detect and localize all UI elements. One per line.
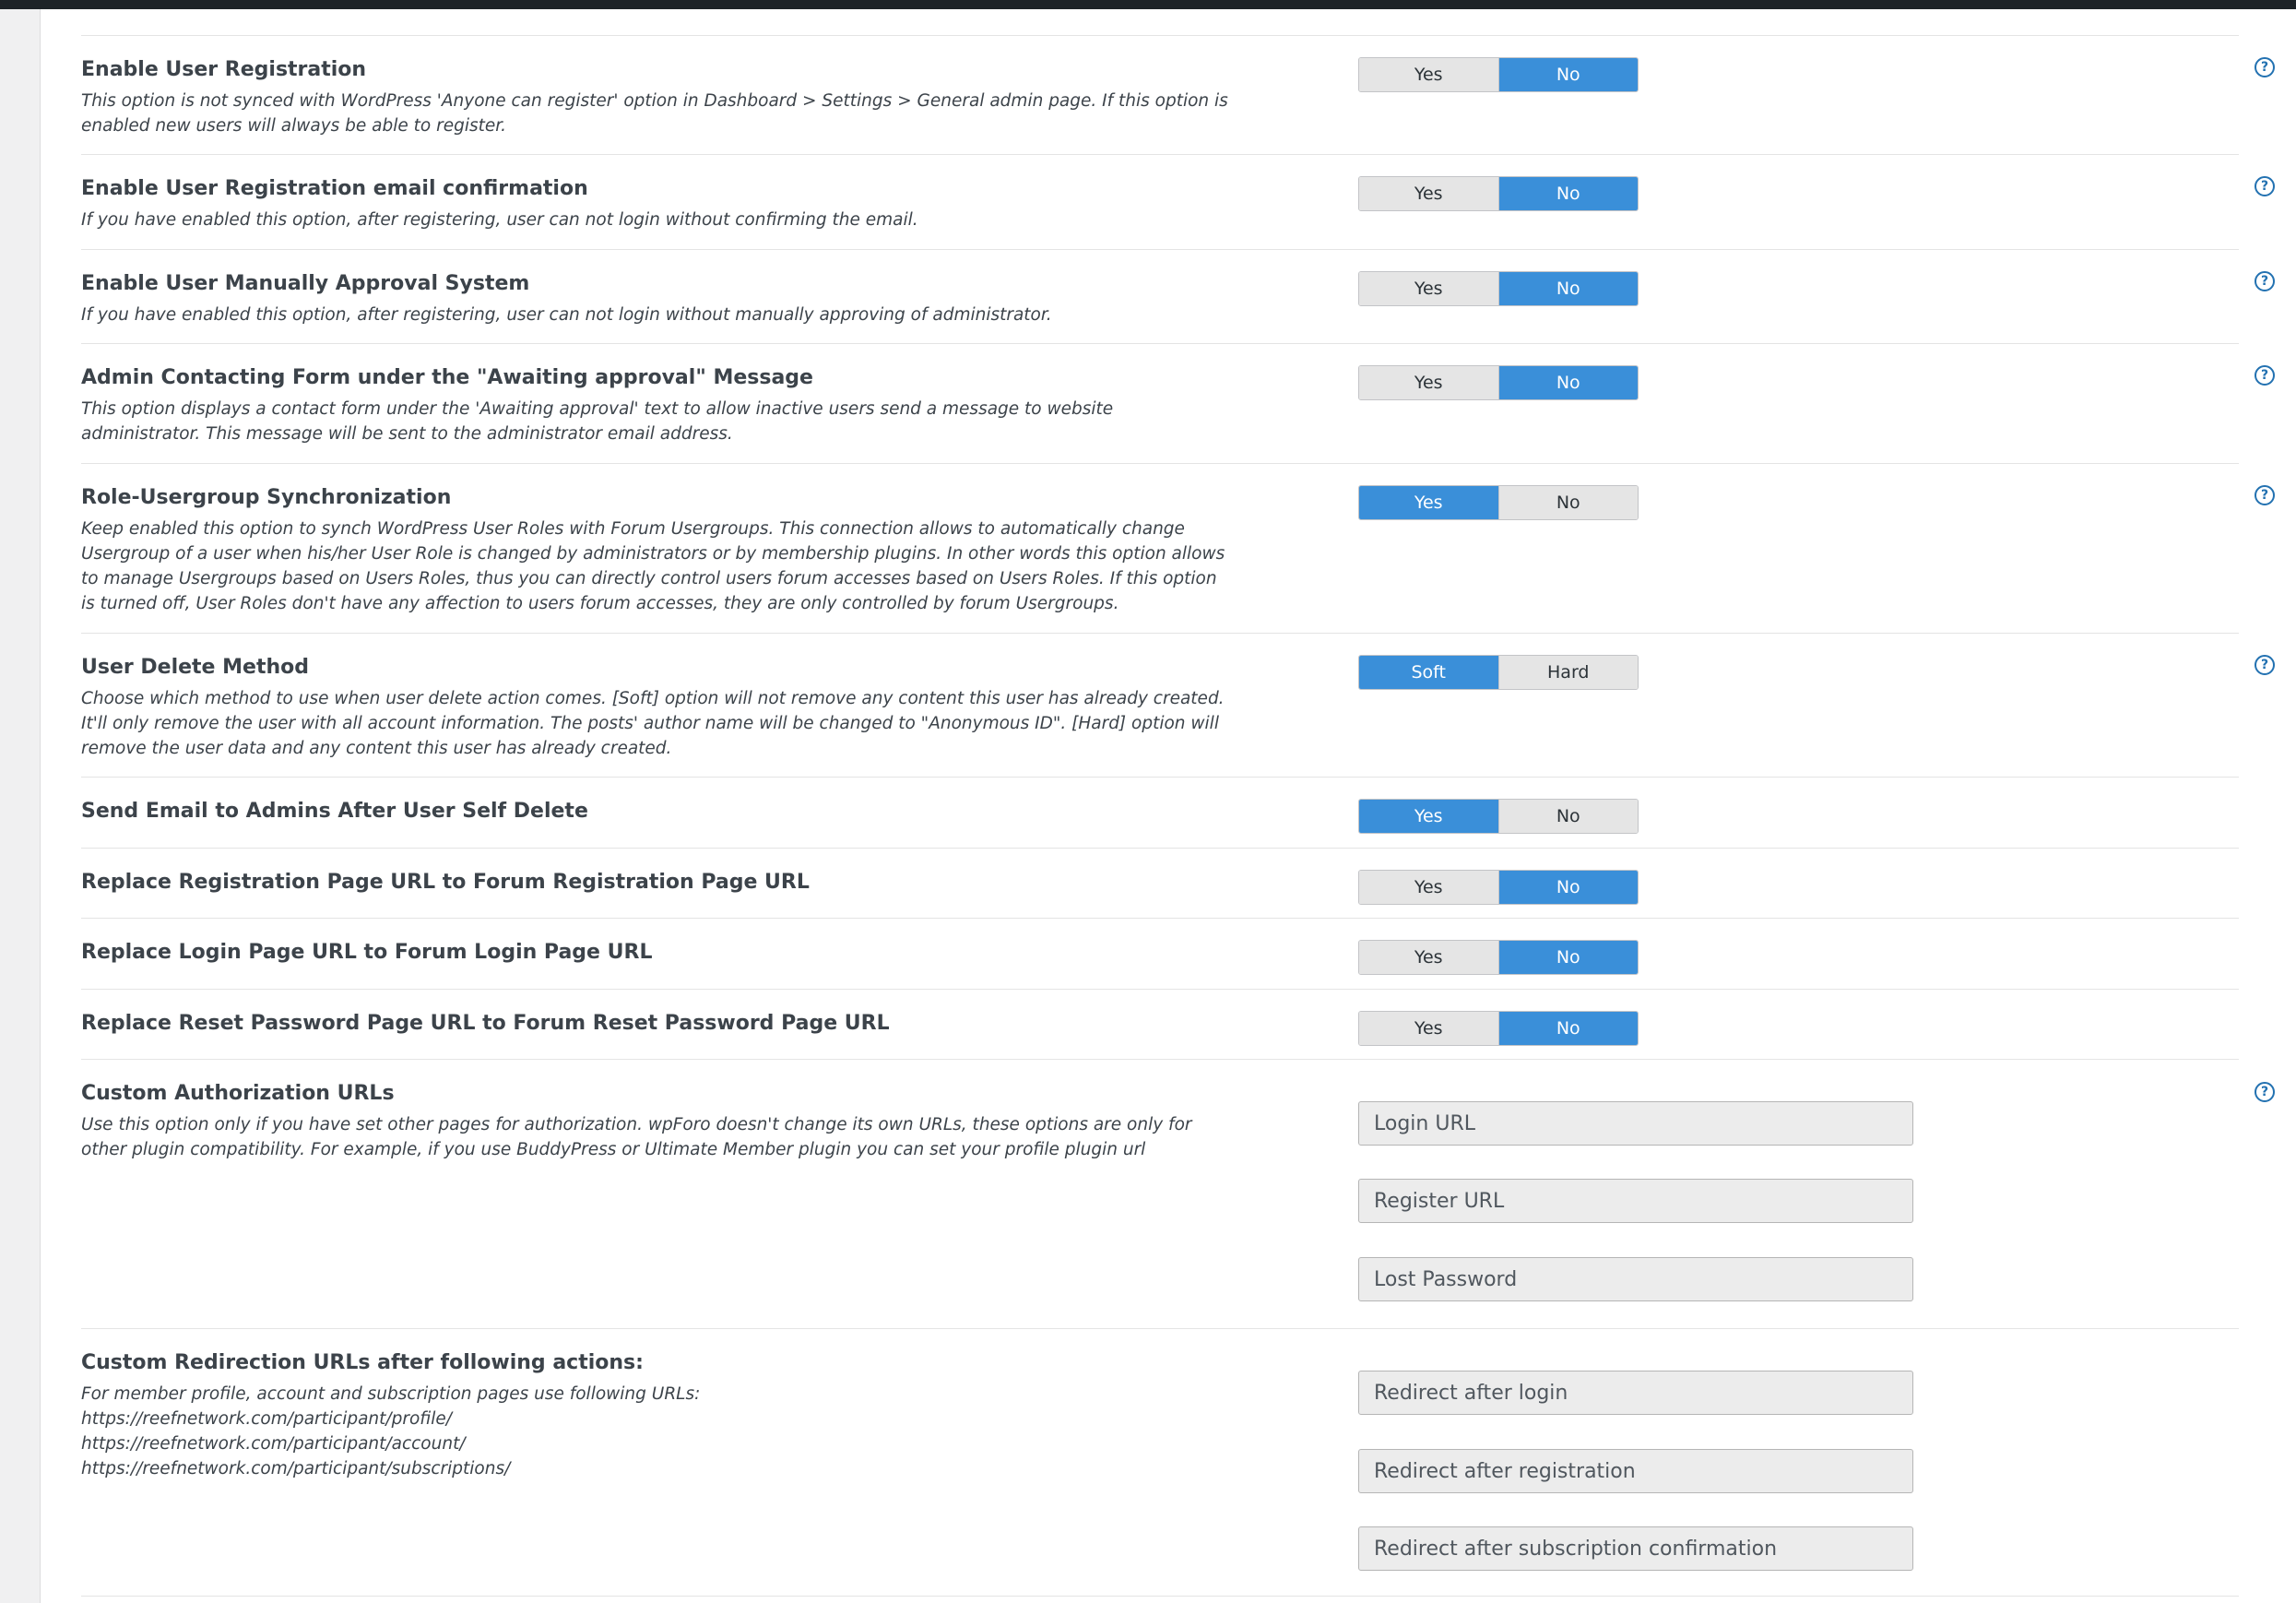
row-divider (81, 1328, 2239, 1329)
setting-description: If you have enabled this option, after r… (81, 305, 1052, 325)
toggle-option-soft[interactable]: Soft (1359, 656, 1498, 689)
question-circle-icon[interactable]: ? (2255, 57, 2275, 77)
toggle-role-usergroup-sync[interactable]: Yes No (1358, 485, 1639, 520)
toggle-option-no[interactable]: No (1497, 177, 1638, 210)
description-line: For member profile, account and subscrip… (81, 1384, 701, 1404)
toggle-replace-reset-password-url[interactable]: Yes No (1358, 1011, 1639, 1046)
setting-title-replace-reset-password-url: Replace Reset Password Page URL to Forum… (81, 1012, 890, 1035)
toggle-manual-approval[interactable]: Yes No (1358, 271, 1639, 306)
setting-description: If you have enabled this option, after r… (81, 210, 918, 230)
toggle-option-yes[interactable]: Yes (1359, 1012, 1498, 1045)
toggle-option-yes[interactable]: Yes (1359, 177, 1498, 210)
setting-title-user-delete-method: User Delete Method (81, 656, 309, 679)
toggle-option-yes[interactable]: Yes (1359, 800, 1498, 833)
row-divider (81, 848, 2239, 849)
toggle-option-no[interactable]: No (1497, 272, 1638, 305)
row-divider (81, 1596, 2239, 1597)
toggle-admin-contact-form[interactable]: Yes No (1358, 365, 1639, 400)
admin-top-bar (0, 0, 2296, 9)
row-divider (81, 918, 2239, 919)
profile-url-text: https://reefnetwork.com/participant/prof… (81, 1409, 453, 1429)
redirect-after-login-input[interactable] (1358, 1371, 1913, 1415)
lost-password-url-input[interactable] (1358, 1257, 1913, 1301)
toggle-option-yes[interactable]: Yes (1359, 366, 1498, 399)
setting-title-enable-user-registration: Enable User Registration (81, 58, 367, 81)
register-url-input[interactable] (1358, 1179, 1913, 1223)
toggle-option-yes[interactable]: Yes (1359, 58, 1498, 91)
setting-title-custom-redirection-urls: Custom Redirection URLs after following … (81, 1351, 644, 1374)
question-circle-icon[interactable]: ? (2255, 655, 2275, 675)
row-divider (81, 989, 2239, 990)
toggle-enable-user-registration[interactable]: Yes No (1358, 57, 1639, 92)
row-divider (81, 1059, 2239, 1060)
setting-title-email-confirmation: Enable User Registration email confirmat… (81, 177, 588, 200)
redirect-after-subscription-input[interactable] (1358, 1526, 1913, 1571)
row-divider (81, 154, 2239, 155)
row-divider (81, 343, 2239, 344)
row-divider (81, 777, 2239, 778)
setting-title-manual-approval: Enable User Manually Approval System (81, 272, 530, 295)
toggle-option-yes[interactable]: Yes (1359, 941, 1498, 974)
setting-description: This option displays a contact form unde… (81, 399, 1114, 444)
setting-title-custom-authorization-urls: Custom Authorization URLs (81, 1082, 395, 1105)
setting-title-role-usergroup-sync: Role-Usergroup Synchronization (81, 486, 452, 509)
question-circle-icon[interactable]: ? (2255, 1082, 2275, 1102)
toggle-option-yes[interactable]: Yes (1359, 871, 1498, 904)
question-circle-icon[interactable]: ? (2255, 365, 2275, 386)
question-circle-icon[interactable]: ? (2255, 271, 2275, 291)
toggle-email-admins-self-delete[interactable]: Yes No (1358, 799, 1639, 834)
account-url-text: https://reefnetwork.com/participant/acco… (81, 1434, 466, 1454)
redirect-after-registration-input[interactable] (1358, 1449, 1913, 1493)
toggle-option-hard[interactable]: Hard (1497, 656, 1638, 689)
setting-description: Keep enabled this option to synch WordPr… (81, 519, 1225, 613)
login-url-input[interactable] (1358, 1101, 1913, 1146)
toggle-option-no[interactable]: No (1497, 486, 1638, 519)
settings-panel: Enable User Registration This option is … (40, 9, 2296, 1603)
row-divider (81, 249, 2239, 250)
setting-description: This option is not synced with WordPress… (81, 91, 1228, 136)
toggle-option-yes[interactable]: Yes (1359, 272, 1498, 305)
setting-title-replace-login-url: Replace Login Page URL to Forum Login Pa… (81, 941, 653, 964)
toggle-option-no[interactable]: No (1497, 58, 1638, 91)
toggle-option-no[interactable]: No (1497, 800, 1638, 833)
toggle-option-no[interactable]: No (1497, 1012, 1638, 1045)
toggle-email-confirmation[interactable]: Yes No (1358, 176, 1639, 211)
toggle-option-no[interactable]: No (1497, 941, 1638, 974)
toggle-option-no[interactable]: No (1497, 871, 1638, 904)
row-divider (81, 633, 2239, 634)
subscriptions-url-text: https://reefnetwork.com/participant/subs… (81, 1459, 511, 1478)
toggle-user-delete-method[interactable]: Soft Hard (1358, 655, 1639, 690)
toggle-option-yes[interactable]: Yes (1359, 486, 1498, 519)
setting-description: Choose which method to use when user del… (81, 689, 1225, 758)
setting-title-replace-registration-url: Replace Registration Page URL to Forum R… (81, 871, 810, 894)
setting-description: Use this option only if you have set oth… (81, 1115, 1192, 1159)
toggle-replace-registration-url[interactable]: Yes No (1358, 870, 1639, 905)
setting-title-admin-contact-form: Admin Contacting Form under the "Awaitin… (81, 366, 813, 389)
setting-description: For member profile, account and subscrip… (81, 1382, 1234, 1481)
setting-title-email-admins-self-delete: Send Email to Admins After User Self Del… (81, 800, 588, 823)
toggle-replace-login-url[interactable]: Yes No (1358, 940, 1639, 975)
row-divider (81, 463, 2239, 464)
question-circle-icon[interactable]: ? (2255, 176, 2275, 196)
row-divider (81, 35, 2239, 36)
question-circle-icon[interactable]: ? (2255, 485, 2275, 505)
toggle-option-no[interactable]: No (1497, 366, 1638, 399)
